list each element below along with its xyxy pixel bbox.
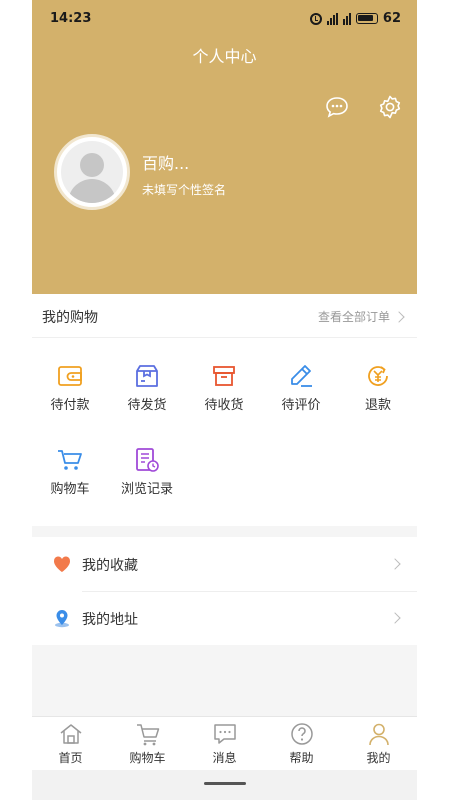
- order-pending-shipment[interactable]: 待发货: [109, 362, 185, 413]
- home-icon: [60, 724, 81, 744]
- tab-help-label: 帮助: [289, 751, 314, 765]
- order-pending-receipt[interactable]: 待收货: [186, 362, 262, 413]
- shopping-cart-label: 购物车: [50, 482, 90, 497]
- avatar-placeholder-icon: [61, 141, 123, 203]
- help-icon: [290, 723, 313, 745]
- section-title: 我的购物: [42, 310, 98, 326]
- refund-icon: [368, 366, 388, 386]
- my-shopping-card: 我的购物 查看全部订单 待付款 待发货 待收货 待评价 退款 购物车 浏览记录: [32, 294, 417, 526]
- message-icon: [213, 724, 236, 744]
- tab-me[interactable]: 我的: [340, 721, 417, 766]
- order-pending-review-label: 待评价: [281, 398, 321, 413]
- cart-icon: [58, 450, 82, 470]
- chevron-right-icon: [389, 558, 401, 570]
- view-all-orders-label: 查看全部订单: [317, 310, 390, 324]
- wallet-icon: [58, 366, 82, 386]
- battery-level: 62: [382, 11, 401, 26]
- view-all-orders-link[interactable]: 查看全部订单: [317, 308, 405, 325]
- settings-gear-icon[interactable]: [377, 94, 403, 120]
- profile-menu-list: 我的收藏 我的地址: [32, 537, 417, 645]
- order-refund-label: 退款: [364, 398, 391, 413]
- order-pending-shipment-label: 待发货: [127, 398, 167, 413]
- my-shopping-header: 我的购物 查看全部订单: [32, 294, 417, 338]
- browsing-history-label: 浏览记录: [120, 482, 173, 497]
- heart-icon: [53, 556, 71, 572]
- tab-messages[interactable]: 消息: [186, 721, 263, 766]
- battery-icon: [355, 13, 378, 24]
- username[interactable]: 百购...: [142, 150, 189, 174]
- home-indicator[interactable]: [204, 782, 246, 785]
- wifi-icon: [342, 12, 351, 25]
- signature[interactable]: 未填写个性签名: [142, 181, 226, 198]
- status-bar: 14:23 62: [32, 0, 417, 38]
- tab-home-label: 首页: [58, 751, 83, 765]
- tab-cart[interactable]: 购物车: [109, 721, 186, 766]
- my-favorites-label: 我的收藏: [82, 558, 138, 574]
- system-nav-bar: [32, 770, 417, 800]
- my-address-label: 我的地址: [82, 612, 138, 628]
- message-icon[interactable]: [324, 94, 350, 120]
- app-screen: 14:23 62 个人中心 百购... 未填写个性签名 我的购物 查看全部订单 …: [32, 0, 417, 800]
- location-icon: [55, 610, 69, 628]
- order-pending-payment[interactable]: 待付款: [32, 362, 108, 413]
- avatar[interactable]: [54, 134, 130, 210]
- tab-me-label: 我的: [366, 751, 391, 765]
- tab-messages-label: 消息: [212, 751, 237, 765]
- tab-help[interactable]: 帮助: [263, 721, 340, 766]
- order-pending-receipt-label: 待收货: [204, 398, 244, 413]
- package-icon: [213, 366, 235, 386]
- alarm-icon: [309, 12, 322, 25]
- status-icons: 62: [309, 11, 401, 26]
- order-pending-review[interactable]: 待评价: [263, 362, 339, 413]
- my-favorites-row[interactable]: 我的收藏: [32, 537, 417, 592]
- chevron-right-icon: [389, 612, 401, 624]
- status-time: 14:23: [50, 11, 92, 26]
- browsing-history-entry[interactable]: 浏览记录: [109, 446, 185, 497]
- pen-icon: [291, 365, 312, 387]
- profile-header: 14:23 62 个人中心 百购... 未填写个性签名: [32, 0, 417, 294]
- user-icon: [368, 723, 389, 746]
- bottom-tab-bar: 首页 购物车 消息 帮助 我的: [32, 716, 417, 771]
- my-address-row[interactable]: 我的地址: [32, 591, 417, 645]
- order-refund[interactable]: 退款: [340, 362, 416, 413]
- shopping-cart-entry[interactable]: 购物车: [32, 446, 108, 497]
- signal-icon: [326, 12, 338, 25]
- tab-home[interactable]: 首页: [32, 721, 109, 766]
- cart-icon: [136, 724, 159, 746]
- tab-cart-label: 购物车: [129, 751, 166, 765]
- box-icon: [136, 365, 158, 387]
- history-icon: [136, 448, 159, 472]
- chevron-right-icon: [393, 310, 405, 323]
- page-title: 个人中心: [192, 47, 257, 66]
- order-pending-payment-label: 待付款: [50, 398, 90, 413]
